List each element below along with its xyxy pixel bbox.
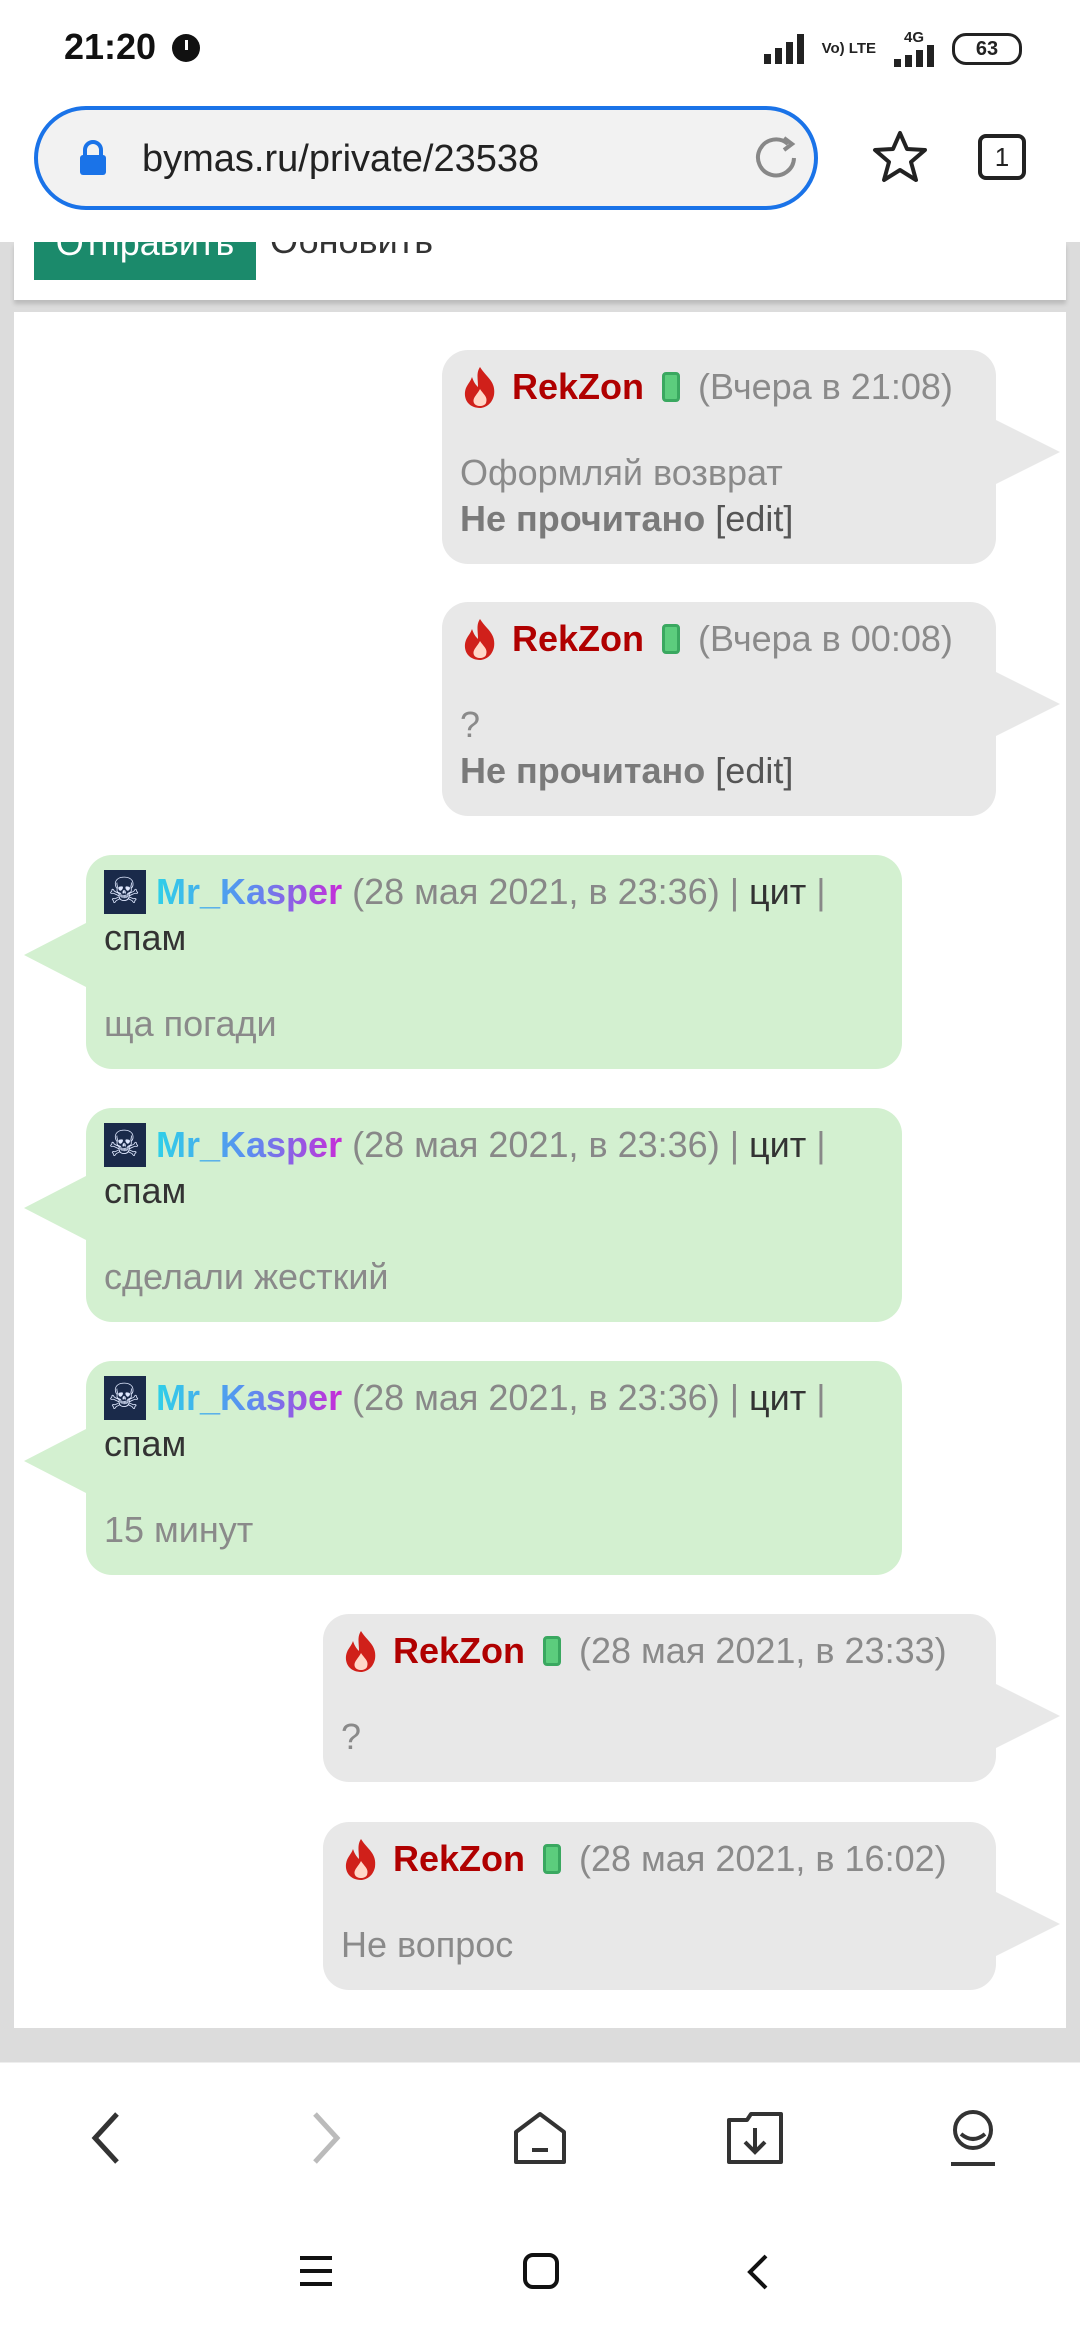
fire-icon xyxy=(464,619,495,660)
downloads-button[interactable] xyxy=(720,2103,790,2173)
chevron-left-icon xyxy=(91,2112,119,2164)
fire-icon xyxy=(464,367,495,408)
url-field[interactable]: bymas.ru/private/23538 xyxy=(34,106,818,210)
network-type-label: 4G xyxy=(903,29,924,46)
chevron-right-icon xyxy=(313,2112,341,2164)
bubble-tail xyxy=(24,1176,86,1240)
message-text: ? xyxy=(341,1716,362,1757)
message-text: сделали жесткий xyxy=(104,1256,389,1297)
edit-link[interactable]: [edit] xyxy=(715,750,793,791)
status-icons: Vo) LTE 4G 63 xyxy=(763,29,1022,67)
menu-icon[interactable] xyxy=(298,2254,334,2288)
author-name[interactable]: RekZon xyxy=(393,1628,525,1674)
author-name[interactable]: Mr_Kasper xyxy=(156,1375,342,1421)
status-bar: 21:20 Vo) LTE 4G 63 xyxy=(0,0,1080,96)
spam-link[interactable]: спам xyxy=(104,1168,884,1214)
volte-label: Vo) LTE xyxy=(821,40,876,57)
mobile-phone-icon xyxy=(662,624,681,654)
edit-link[interactable]: [edit] xyxy=(715,498,793,539)
reload-icon[interactable] xyxy=(750,132,802,184)
spam-link[interactable]: спам xyxy=(104,1421,884,1467)
message-incoming: Mr_Kasper (28 мая 2021, в 23:36) | цит |… xyxy=(24,855,902,1069)
quote-link[interactable]: цит xyxy=(749,1375,806,1421)
battery-indicator: 63 xyxy=(952,32,1022,65)
signal-icon-2 xyxy=(894,45,934,67)
author-name[interactable]: Mr_Kasper xyxy=(156,869,342,915)
message-time: (28 мая 2021, в 23:36) | xyxy=(352,1377,740,1418)
message-incoming: Mr_Kasper (28 мая 2021, в 23:36) | цит |… xyxy=(24,1361,902,1575)
update-link[interactable]: Обновить xyxy=(270,242,433,262)
message-time: (28 мая 2021, в 16:02) xyxy=(579,1838,947,1879)
bubble-tail xyxy=(24,923,86,987)
author-name[interactable]: RekZon xyxy=(512,364,644,410)
separator: | xyxy=(816,1377,826,1418)
alarm-clock-icon xyxy=(172,34,200,62)
download-icon xyxy=(727,2112,783,2164)
author-name[interactable]: RekZon xyxy=(512,616,644,662)
message-time: (28 мая 2021, в 23:36) | xyxy=(352,1124,740,1165)
bookmark-star-icon[interactable] xyxy=(872,130,928,184)
clock-time: 21:20 xyxy=(64,26,157,67)
signal-icon xyxy=(763,33,804,64)
bubble-tail xyxy=(24,1429,86,1493)
home-button[interactable] xyxy=(505,2103,575,2173)
author-name[interactable]: RekZon xyxy=(393,1836,525,1882)
quote-link[interactable]: цит xyxy=(749,869,806,915)
forward-button[interactable] xyxy=(290,2103,360,2173)
fire-icon xyxy=(345,1839,376,1880)
message-text: 15 минут xyxy=(104,1509,254,1550)
message-text: Не вопрос xyxy=(341,1924,514,1965)
message-time: (Вчера в 21:08) xyxy=(698,366,953,407)
bubble-tail xyxy=(996,672,1060,736)
bubble-tail xyxy=(996,1684,1060,1748)
message-time: (Вчера в 00:08) xyxy=(698,618,953,659)
quote-link[interactable]: цит xyxy=(749,1122,806,1168)
message-incoming: Mr_Kasper (28 мая 2021, в 23:36) | цит |… xyxy=(24,1108,902,1322)
separator: | xyxy=(816,871,826,912)
page-top-form: Отправить Обновить xyxy=(14,242,1066,300)
home-icon xyxy=(514,2112,566,2164)
mobile-phone-icon xyxy=(543,1844,562,1874)
back-triangle-icon[interactable] xyxy=(744,2252,772,2292)
user-icon xyxy=(951,2110,995,2166)
url-text: bymas.ru/private/23538 xyxy=(142,138,540,180)
fire-icon xyxy=(345,1631,376,1672)
send-button[interactable]: Отправить xyxy=(34,242,256,280)
avatar[interactable] xyxy=(104,1123,146,1167)
message-outgoing: RekZon (Вчера в 00:08) ? Не прочитано [e… xyxy=(442,602,1060,816)
avatar[interactable] xyxy=(104,870,146,914)
profile-button[interactable] xyxy=(938,2103,1008,2173)
author-name[interactable]: Mr_Kasper xyxy=(156,1122,342,1168)
read-status: Не прочитано xyxy=(460,750,706,791)
system-nav-bar xyxy=(0,2210,1080,2340)
message-text: ща погади xyxy=(104,1003,277,1044)
message-time: (28 мая 2021, в 23:33) xyxy=(579,1630,947,1671)
read-status: Не прочитано xyxy=(460,498,706,539)
message-outgoing: RekZon (28 мая 2021, в 16:02) Не вопрос xyxy=(323,1822,1060,1990)
avatar[interactable] xyxy=(104,1376,146,1420)
mobile-phone-icon xyxy=(662,372,681,402)
message-time: (28 мая 2021, в 23:36) | xyxy=(352,871,740,912)
message-outgoing: RekZon (28 мая 2021, в 23:33) ? xyxy=(323,1614,1060,1782)
tabs-counter-button[interactable]: 1 xyxy=(978,134,1026,180)
spam-link[interactable]: спам xyxy=(104,915,884,961)
message-text: ? xyxy=(460,704,481,745)
lock-icon xyxy=(80,140,106,175)
browser-bottom-nav xyxy=(0,2062,1080,2211)
back-button[interactable] xyxy=(72,2103,142,2173)
mobile-phone-icon xyxy=(543,1636,562,1666)
messages-panel: RekZon (Вчера в 21:08) Оформляй возврат … xyxy=(14,312,1066,2028)
bubble-tail xyxy=(996,1892,1060,1956)
separator: | xyxy=(816,1124,826,1165)
message-outgoing: RekZon (Вчера в 21:08) Оформляй возврат … xyxy=(442,350,1060,564)
home-square-icon[interactable] xyxy=(522,2252,560,2290)
message-text: Оформляй возврат xyxy=(460,452,783,493)
bubble-tail xyxy=(996,420,1060,484)
